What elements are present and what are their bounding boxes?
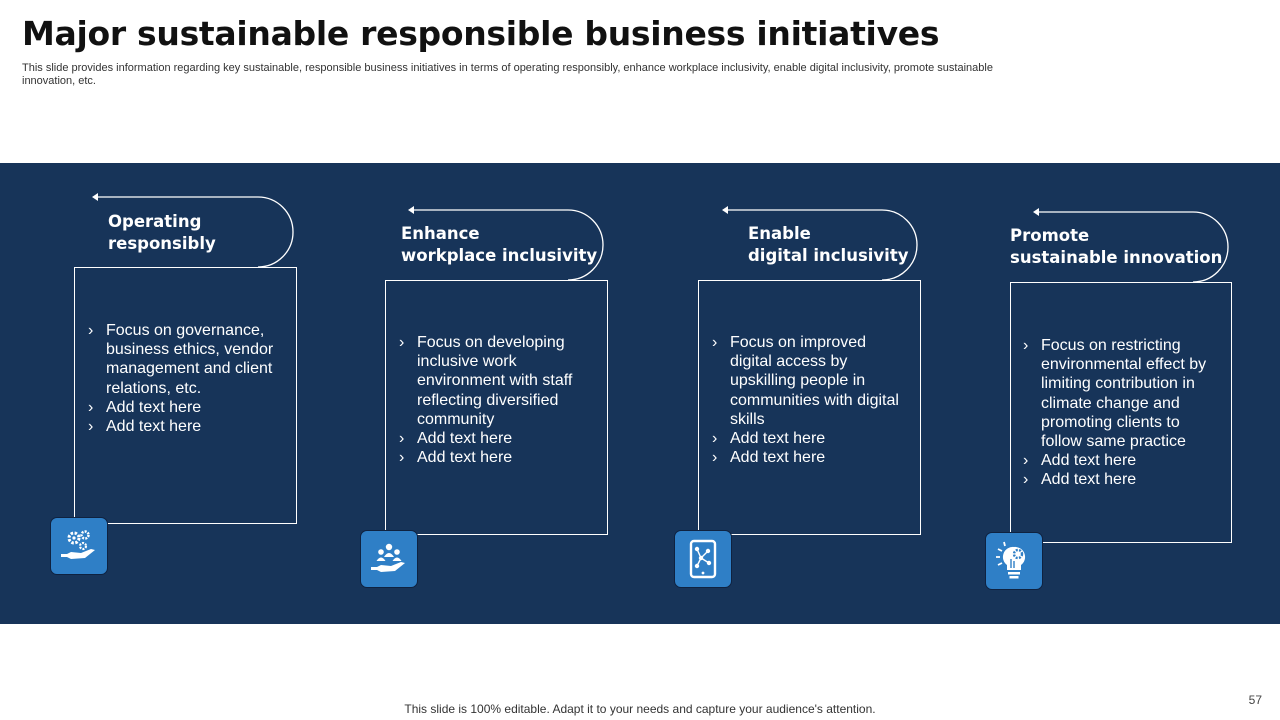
list-item: Add text here xyxy=(86,417,286,436)
card-heading: Enhance workplace inclusivity xyxy=(401,224,598,265)
bullet-list: Focus on improved digital access by upsk… xyxy=(710,333,910,468)
initiative-card-digital: Enable digital inclusivity Focus on impr… xyxy=(674,203,944,593)
page-number: 57 xyxy=(1248,693,1262,707)
list-item: Focus on governance, business ethics, ve… xyxy=(86,321,286,398)
bullet-list: Focus on restricting environmental effec… xyxy=(1021,336,1225,490)
bullet-list: Focus on governance, business ethics, ve… xyxy=(86,321,286,436)
list-item: Add text here xyxy=(397,448,597,467)
hand-gears-icon xyxy=(50,517,108,575)
initiative-card-operating: Operating responsibly Focus on governanc… xyxy=(50,190,320,580)
list-item: Focus on restricting environmental effec… xyxy=(1021,336,1225,451)
hand-people-icon xyxy=(360,530,418,588)
list-item: Add text here xyxy=(1021,470,1225,489)
list-item: Add text here xyxy=(710,429,910,448)
bullet-list: Focus on developing inclusive work envir… xyxy=(397,333,597,468)
list-item: Add text here xyxy=(1021,451,1225,470)
slide-footer: This slide is 100% editable. Adapt it to… xyxy=(404,702,876,716)
lightbulb-gear-icon xyxy=(985,532,1043,590)
list-item: Focus on improved digital access by upsk… xyxy=(710,333,910,429)
card-heading: Promote sustainable innovation xyxy=(1010,226,1223,267)
initiative-card-workplace: Enhance workplace inclusivity Focus on d… xyxy=(360,203,630,593)
list-item: Add text here xyxy=(397,429,597,448)
initiative-card-innovation: Promote sustainable innovation Focus on … xyxy=(985,205,1255,595)
slide-title: Major sustainable responsible business i… xyxy=(22,14,940,53)
slide-subtitle: This slide provides information regardin… xyxy=(22,62,993,87)
list-item: Focus on developing inclusive work envir… xyxy=(397,333,597,429)
list-item: Add text here xyxy=(710,448,910,467)
list-item: Add text here xyxy=(86,398,286,417)
card-heading: Operating responsibly xyxy=(108,212,216,253)
digital-tablet-network-icon xyxy=(674,530,732,588)
card-heading: Enable digital inclusivity xyxy=(748,224,909,265)
